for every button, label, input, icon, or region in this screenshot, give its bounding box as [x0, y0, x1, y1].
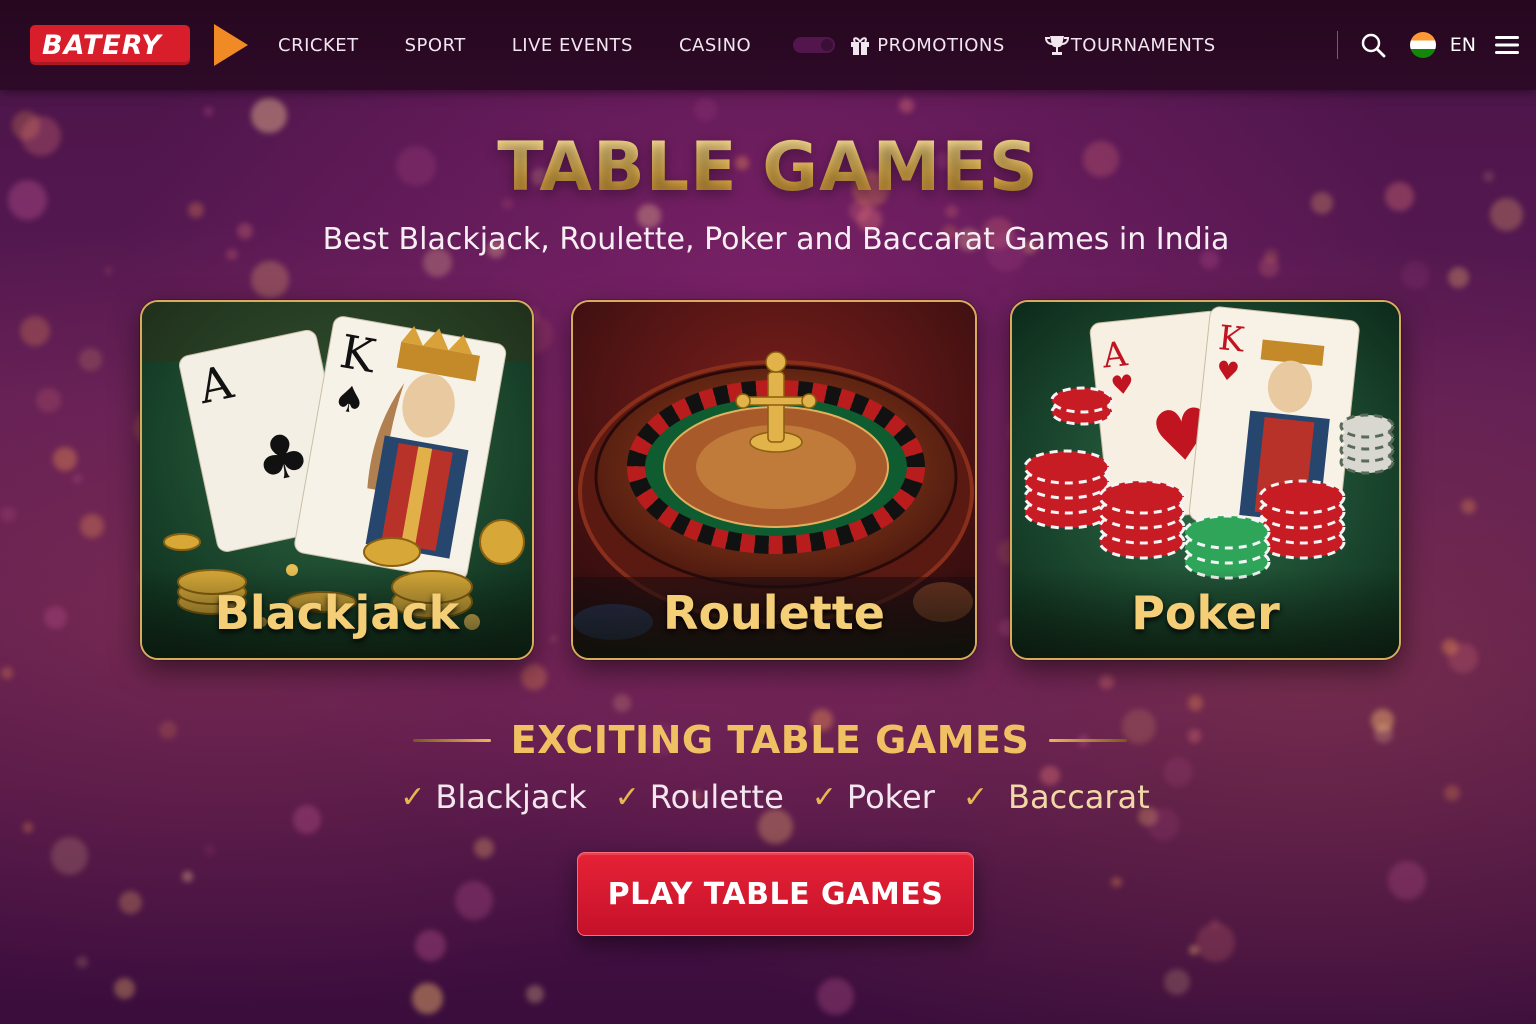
exciting-section-header: EXCITING TABLE GAMES	[0, 718, 1536, 762]
svg-text:♥: ♥	[1109, 370, 1135, 402]
nav-item-casino[interactable]: CASINO	[679, 35, 751, 56]
main-nav: CRICKET SPORT LIVE EVENTS CASINO PROMOTI…	[278, 0, 1238, 90]
bokeh-particle	[454, 881, 493, 920]
bokeh-particle	[817, 977, 855, 1016]
game-checklist: ✓ Blackjack ✓ Roulette ✓ Poker ✓ Baccara…	[0, 778, 1536, 816]
bokeh-particle	[1099, 674, 1114, 689]
bokeh-particle	[411, 983, 443, 1014]
page-title: TABLE GAMES	[0, 128, 1536, 207]
bokeh-particle	[1259, 257, 1279, 277]
nav-item-cricket[interactable]: CRICKET	[278, 35, 359, 56]
nav-label: PROMOTIONS	[877, 34, 1005, 56]
bokeh-particle	[1400, 261, 1430, 291]
card-label: Roulette	[663, 586, 885, 640]
poker-card[interactable]: A ♥ ♥ K ♥ Poker	[1010, 300, 1401, 660]
nav-label: TOURNAMENTS	[1070, 34, 1216, 56]
bokeh-particle	[79, 513, 104, 538]
blackjack-card[interactable]: A ♣ K ♠ Blackjack	[140, 300, 534, 660]
nav-label: LIVE EVENTS	[511, 34, 633, 56]
divider	[1336, 31, 1338, 59]
bokeh-particle	[1442, 638, 1459, 655]
bokeh-particle	[53, 447, 77, 471]
decorative-line	[412, 738, 491, 742]
list-item: ✓ Roulette	[615, 778, 784, 816]
bokeh-particle	[251, 260, 289, 299]
bokeh-particle	[182, 871, 193, 882]
bokeh-particle	[44, 605, 68, 629]
nav-item-live-events[interactable]: LIVE EVENTS	[512, 35, 633, 56]
top-navigation-bar: BATERY CRICKET SPORT LIVE EVENTS CASINO …	[0, 0, 1536, 90]
svg-text:♥: ♥	[1215, 356, 1241, 388]
bokeh-particle	[550, 635, 557, 642]
bokeh-particle	[693, 98, 717, 121]
list-item-label: Poker	[846, 778, 935, 816]
hamburger-menu-icon[interactable]	[1494, 34, 1520, 56]
nav-label: CASINO	[678, 34, 752, 56]
search-icon[interactable]	[1360, 32, 1386, 58]
bokeh-particle	[612, 693, 631, 713]
bokeh-particle	[414, 930, 446, 962]
trophy-icon	[1044, 34, 1069, 56]
checkmark-icon: ✓	[614, 779, 640, 815]
list-item: ✓ Poker	[812, 778, 935, 816]
card-label: Blackjack	[214, 586, 460, 640]
bokeh-particle	[203, 844, 216, 856]
logo-arrow-icon	[214, 24, 248, 66]
bokeh-particle	[0, 506, 16, 523]
bokeh-particle	[1387, 860, 1427, 900]
bokeh-particle	[78, 348, 102, 372]
bokeh-particle	[1, 667, 13, 680]
roulette-card[interactable]: Roulette	[571, 300, 977, 660]
nav-label: SPORT	[404, 34, 466, 56]
checkmark-icon: ✓	[811, 779, 837, 815]
bokeh-particle	[473, 837, 494, 858]
language-selector[interactable]: EN	[1450, 34, 1476, 56]
nav-item-sport[interactable]: SPORT	[405, 35, 466, 56]
list-item: ✓ Baccarat	[963, 778, 1150, 816]
bokeh-particle	[1195, 923, 1235, 963]
play-table-games-button[interactable]: PLAY TABLE GAMES	[577, 852, 974, 936]
nav-label: CRICKET	[278, 34, 359, 56]
bokeh-particle	[1189, 945, 1199, 955]
section-title: EXCITING TABLE GAMES	[510, 718, 1030, 762]
nav-item-tournaments[interactable]: TOURNAMENTS	[1044, 34, 1216, 56]
list-item: ✓ Blackjack	[400, 778, 586, 816]
india-flag-icon[interactable]	[1409, 32, 1436, 58]
list-item-label: Blackjack	[435, 778, 587, 816]
bokeh-particle	[23, 822, 34, 833]
list-item-label: Baccarat	[1008, 778, 1150, 816]
decorative-line	[1049, 738, 1128, 742]
bokeh-particle	[50, 837, 89, 876]
checkmark-icon: ✓	[400, 779, 426, 815]
card-label: Poker	[1131, 586, 1280, 640]
batery-logo[interactable]: BATERY	[30, 24, 248, 66]
toggle-switch[interactable]	[793, 37, 836, 53]
bokeh-particle	[20, 315, 51, 346]
nav-item-promotions[interactable]: PROMOTIONS	[849, 34, 1005, 56]
bokeh-particle	[1111, 876, 1122, 888]
gift-icon	[849, 34, 871, 56]
header-tools: EN	[1336, 0, 1520, 90]
svg-text:K: K	[1217, 318, 1247, 360]
list-item-label: Roulette	[649, 778, 784, 816]
logo-text: BATERY	[30, 25, 190, 65]
checkmark-icon: ✓	[962, 779, 989, 815]
page-subtitle: Best Blackjack, Roulette, Poker and Bacc…	[322, 222, 1230, 257]
bokeh-particle	[1447, 266, 1469, 288]
